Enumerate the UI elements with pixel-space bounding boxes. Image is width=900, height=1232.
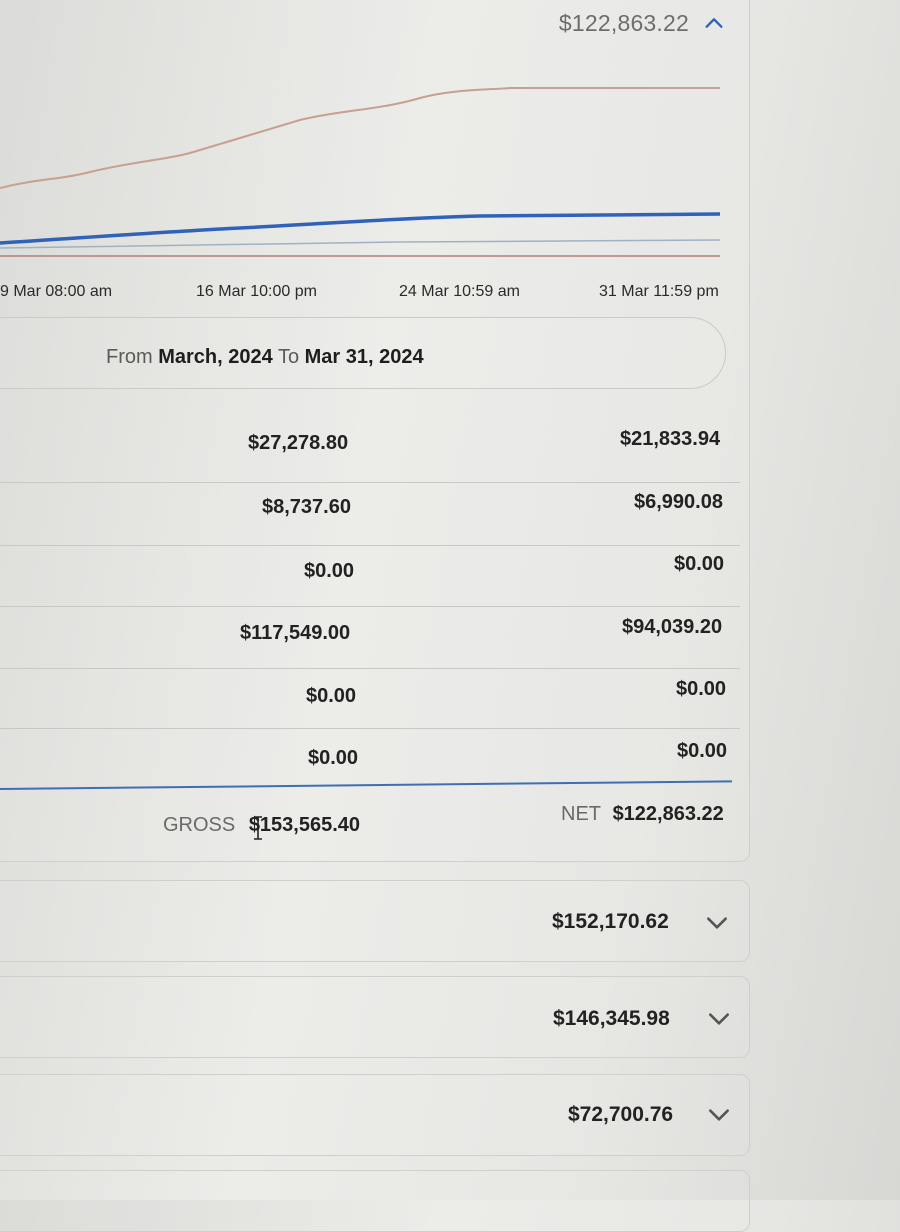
x-tick-4: 31 Mar 11:59 pm — [599, 283, 719, 300]
gross-cell: $0.00 — [308, 747, 359, 769]
net-line — [0, 212, 721, 245]
row-divider — [0, 668, 740, 669]
net-cell: $21,833.94 — [620, 428, 721, 450]
earnings-chart — [0, 87, 721, 257]
gross-total-value: $153,565.40 — [248, 814, 361, 836]
gross-cell: $27,278.80 — [248, 432, 349, 454]
from-value[interactable]: March, 2024 — [158, 346, 273, 368]
chevron-down-icon[interactable] — [704, 910, 730, 936]
net-cell: $6,990.08 — [634, 491, 723, 513]
gross-label: GROSS — [163, 814, 236, 836]
to-label: To — [277, 346, 300, 368]
gross-cell: $0.00 — [304, 560, 355, 582]
to-value[interactable]: Mar 31, 2024 — [305, 346, 424, 368]
net-label: NET — [561, 803, 601, 825]
net-cell: $0.00 — [676, 678, 727, 700]
text-cursor-icon — [254, 816, 262, 840]
row-divider — [0, 482, 740, 483]
net-total: NET $122,863.22 — [561, 803, 724, 826]
gross-cell: $117,549.00 — [240, 622, 351, 644]
period-total: $146,345.98 — [553, 1007, 670, 1030]
x-tick-3: 24 Mar 10:59 am — [399, 283, 520, 300]
secondary-line — [0, 239, 721, 249]
chevron-down-icon[interactable] — [706, 1102, 732, 1128]
row-divider — [0, 545, 740, 546]
summary-header[interactable]: $122,863.22 — [559, 8, 725, 38]
net-cell: $0.00 — [674, 553, 725, 575]
period-total: $152,170.62 — [552, 910, 669, 933]
gross-cell: $0.00 — [306, 685, 357, 707]
gross-line — [0, 87, 720, 189]
from-label: From — [106, 346, 153, 368]
summary-total: $122,863.22 — [558, 9, 689, 36]
gross-cell: $8,737.60 — [262, 496, 351, 518]
net-total-value: $122,863.22 — [612, 803, 724, 825]
date-range-text[interactable]: From March, 2024 To Mar 31, 2024 — [106, 346, 424, 369]
row-divider — [0, 728, 740, 729]
x-tick-2: 16 Mar 10:00 pm — [196, 283, 317, 300]
chevron-up-icon[interactable] — [703, 12, 725, 34]
chevron-down-icon[interactable] — [706, 1006, 732, 1032]
period-total: $72,700.76 — [568, 1103, 674, 1126]
net-cell: $0.00 — [677, 740, 728, 762]
row-divider — [0, 606, 740, 607]
x-tick-1: 9 Mar 08:00 am — [0, 283, 113, 300]
net-cell: $94,039.20 — [622, 616, 723, 638]
period-card[interactable] — [0, 1170, 750, 1232]
